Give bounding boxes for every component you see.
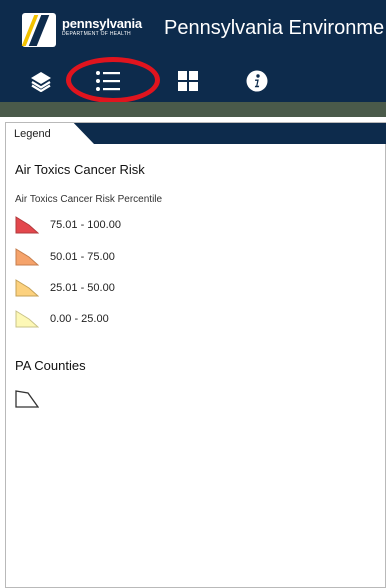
legend-button-highlight-circle <box>66 57 160 103</box>
tab-legend-label: Legend <box>14 128 51 140</box>
layer-title-air-toxics: Air Toxics Cancer Risk <box>15 162 145 177</box>
pa-keystone-logo-icon <box>21 13 56 47</box>
legend-item-label: 50.01 - 75.00 <box>50 251 115 263</box>
legend-swatch <box>15 248 39 266</box>
toolbar <box>0 60 386 102</box>
legend-item <box>15 390 50 408</box>
legend-item-label: 75.01 - 100.00 <box>50 219 121 231</box>
legend-item: 0.00 - 25.00 <box>15 310 109 328</box>
legend-item: 50.01 - 75.00 <box>15 248 115 266</box>
layers-icon <box>31 72 51 92</box>
legend-panel: Legend Air Toxics Cancer Risk Air Toxics… <box>5 122 386 588</box>
map-strip <box>0 102 386 117</box>
logo-text: pennsylvania DEPARTMENT OF HEALTH <box>62 17 142 37</box>
legend-swatch <box>15 310 39 328</box>
legend-swatch <box>15 279 39 297</box>
info-button[interactable] <box>242 66 272 96</box>
app-title: Pennsylvania Environme <box>164 17 385 39</box>
legend-item: 25.01 - 50.00 <box>15 279 115 297</box>
panel-tab-bar: Legend <box>6 123 386 144</box>
basemap-gallery-icon <box>178 71 198 91</box>
county-outline-swatch <box>15 390 39 408</box>
logo-sub-text: DEPARTMENT OF HEALTH <box>62 31 131 37</box>
app-header: pennsylvania DEPARTMENT OF HEALTH Pennsy… <box>0 0 386 60</box>
field-label-percentile: Air Toxics Cancer Risk Percentile <box>15 194 163 205</box>
legend-item: 75.01 - 100.00 <box>15 216 121 234</box>
legend-item-label: 0.00 - 25.00 <box>50 313 109 325</box>
legend-swatch <box>15 216 39 234</box>
layer-title-pa-counties: PA Counties <box>15 358 86 373</box>
basemap-gallery-button[interactable] <box>173 66 203 96</box>
info-icon <box>246 70 268 92</box>
logo-main-text: pennsylvania <box>62 16 142 31</box>
legend-item-label: 25.01 - 50.00 <box>50 282 115 294</box>
layers-button[interactable] <box>26 66 56 96</box>
